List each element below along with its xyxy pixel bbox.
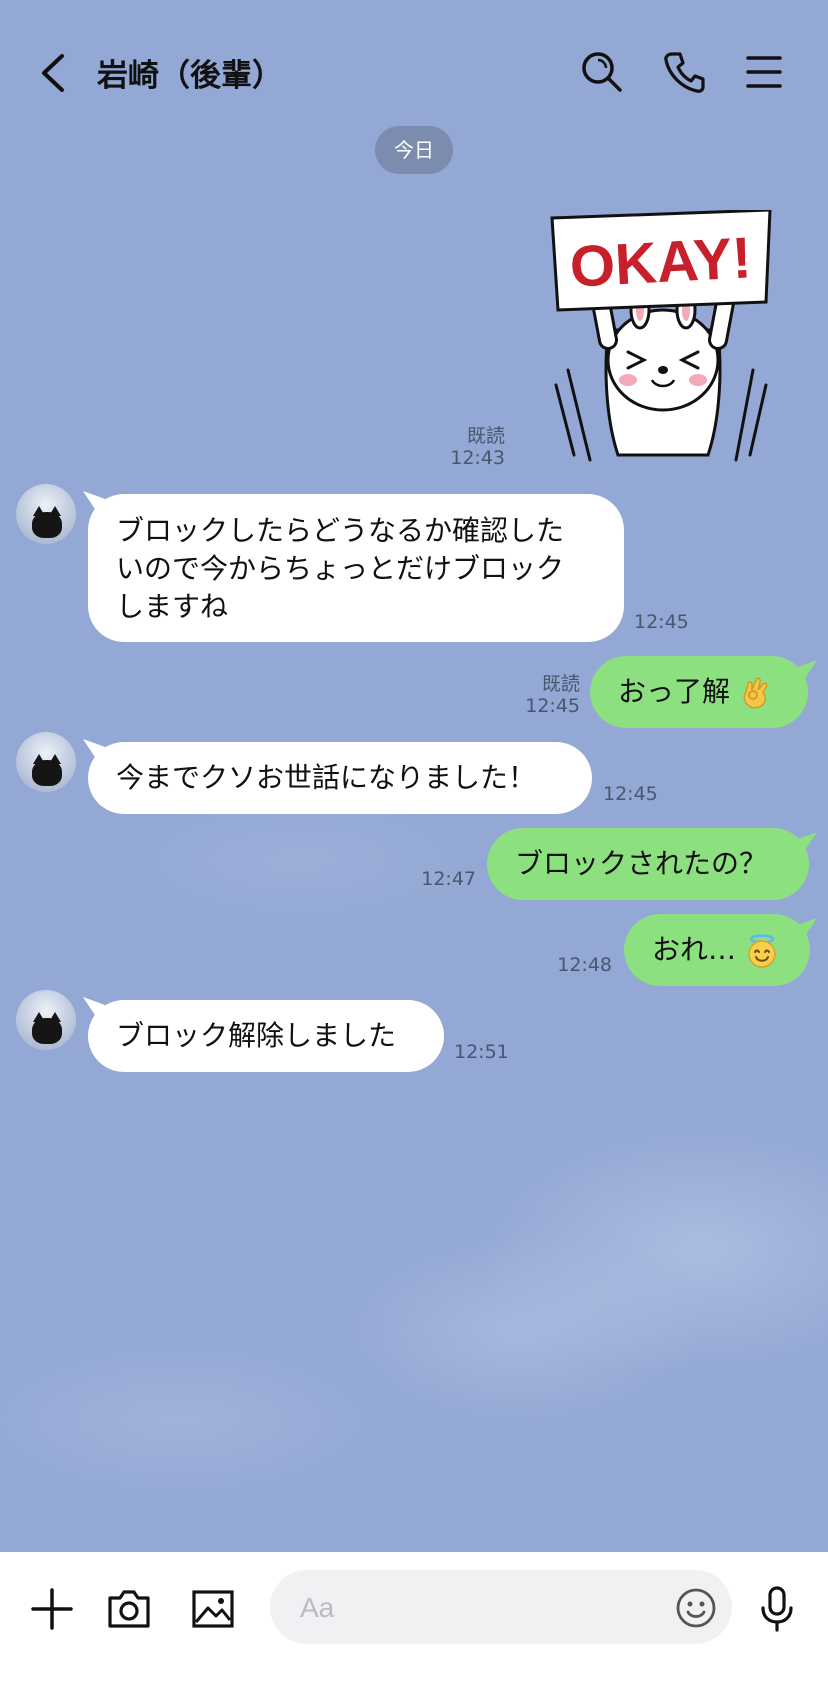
avatar[interactable] [16,732,76,792]
okay-sticker[interactable]: OKAY! [548,210,778,470]
timestamp: 12:48 [557,954,612,976]
message-text: 今までクソお世話になりました！ [116,761,537,794]
message-line: いので今からちょっとだけブロック [116,552,565,585]
message-input-box[interactable] [270,1570,732,1644]
phone-icon[interactable] [660,48,708,96]
read-receipt: 既読 [466,425,505,447]
message-text: おれ… [652,933,737,966]
message-text: ブロック解除しました [116,1019,397,1052]
message-bubble-outgoing[interactable]: ブロックされたの？ [487,828,809,900]
message-line: しますね [116,590,229,623]
input-bar [0,1552,828,1686]
message-text: ブロックされたの？ [515,847,768,880]
message-bubble-incoming[interactable]: ブロック解除しました [88,1000,444,1072]
message-text: おっ了解 [618,675,731,708]
avatar[interactable] [16,484,76,544]
search-icon[interactable] [578,48,626,96]
timestamp: 12:45 [603,783,658,805]
back-icon[interactable] [32,50,76,96]
read-receipt: 既読 [541,673,580,695]
avatar[interactable] [16,990,76,1050]
smile-icon[interactable] [675,1587,717,1629]
timestamp: 12:47 [421,868,476,890]
timestamp: 12:43 [450,447,505,469]
menu-icon[interactable] [740,48,788,96]
image-icon[interactable] [188,1584,238,1634]
message-bubble-outgoing[interactable]: おっ了解 [590,656,808,728]
message-bubble-incoming[interactable]: 今までクソお世話になりました！ [88,742,592,814]
halo-smile-emoji [748,934,776,968]
timestamp: 12:45 [634,611,689,633]
camera-icon[interactable] [104,1584,154,1634]
timestamp: 12:45 [525,695,580,717]
sticker-text: OKAY! [568,225,753,299]
plus-icon[interactable] [27,1584,77,1634]
message-meta: 既読 12:45 [500,673,580,717]
sticker-meta: 既読 12:43 [425,425,505,469]
message-line: ブロックしたらどうなるか確認した [116,514,565,547]
timestamp: 12:51 [454,1041,509,1063]
ok-hand-emoji [743,677,768,709]
date-separator: 今日 [375,126,453,174]
mic-icon[interactable] [752,1584,802,1634]
message-bubble-incoming[interactable]: ブロックしたらどうなるか確認した いので今からちょっとだけブロック しますね [88,494,624,642]
chat-title[interactable]: 岩崎（後輩） [97,50,283,95]
message-input[interactable] [298,1584,662,1632]
chat-header: 岩崎（後輩） [0,0,828,120]
message-bubble-outgoing[interactable]: おれ… [624,914,810,986]
